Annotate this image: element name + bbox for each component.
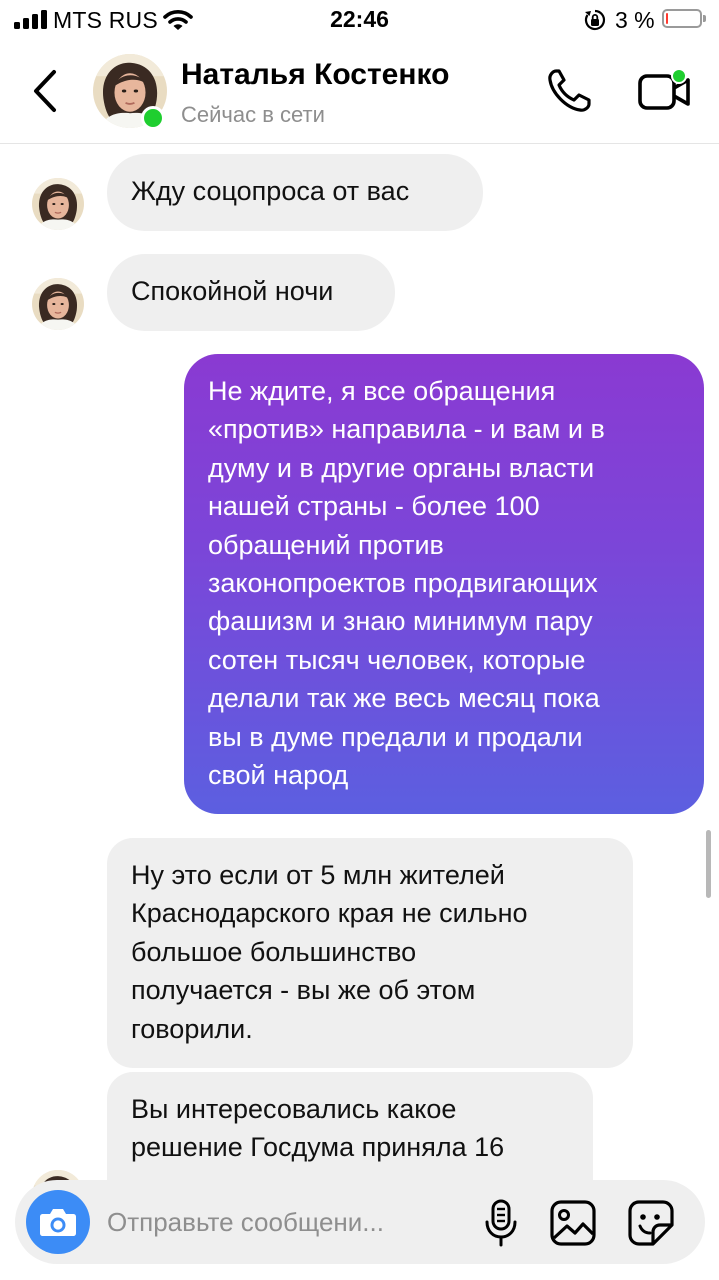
camera-icon xyxy=(40,1209,76,1236)
online-status-indicator xyxy=(141,106,165,130)
message-text-line: обращений против xyxy=(208,529,444,560)
video-activity-dot xyxy=(671,68,687,84)
contact-name[interactable]: Наталья Костенко xyxy=(181,58,449,92)
incoming-message-bubble[interactable]: Спокойной ночи xyxy=(107,254,395,331)
chat-header: Наталья Костенко Сейчас в сети xyxy=(0,40,719,144)
message-text-line: Краснодарского края не сильно xyxy=(131,898,528,929)
microphone-icon[interactable] xyxy=(483,1198,519,1248)
message-text-line: думу и в другие органы власти xyxy=(208,452,595,483)
message-text-line: Ну это если от 5 млн жителей xyxy=(131,860,505,890)
message-sender-avatar[interactable] xyxy=(32,278,84,330)
message-composer xyxy=(15,1180,705,1264)
message-text-line: получается - вы же об этом xyxy=(131,975,476,1006)
message-text-line: вы в думе предали и продали xyxy=(208,721,583,752)
back-chevron-icon[interactable] xyxy=(28,68,64,114)
status-time: 22:46 xyxy=(330,6,389,32)
incoming-message-bubble[interactable]: Жду соцопроса от вас xyxy=(107,154,483,231)
incoming-message-bubble[interactable]: Ну это если от 5 млн жителей Краснодарск… xyxy=(107,838,633,1068)
message-text-line: говорили. xyxy=(131,1013,253,1044)
sticker-icon[interactable] xyxy=(626,1198,676,1248)
message-text-line: решение Госдума приняла 16 xyxy=(131,1132,505,1163)
message-text-line: фашизм и знаю минимум пару xyxy=(208,606,593,637)
message-text-line: большое большинство xyxy=(131,936,417,967)
scroll-indicator[interactable] xyxy=(706,830,711,898)
message-text: Жду соцопроса от вас xyxy=(131,176,410,206)
message-text: Спокойной ночи xyxy=(131,276,334,306)
camera-button[interactable] xyxy=(26,1190,90,1254)
outgoing-message-bubble[interactable]: Не ждите, я все обращения «против» напра… xyxy=(184,354,704,814)
orientation-lock-icon xyxy=(584,9,606,31)
message-text-line: Вы интересовались какое xyxy=(131,1094,457,1124)
message-text-line: «против» направила - и вам и в xyxy=(208,414,605,445)
gallery-icon[interactable] xyxy=(548,1198,598,1248)
status-bar: MTS RUS 22:46 3 % xyxy=(0,0,719,40)
message-sender-avatar[interactable] xyxy=(32,178,84,230)
phone-icon[interactable] xyxy=(544,66,594,116)
contact-online-status: Сейчас в сети xyxy=(181,102,325,127)
message-text-line: делали так же весь месяц пока xyxy=(208,683,600,714)
chat-screen: MTS RUS 22:46 3 % Наталья Костенко Сейча… xyxy=(0,0,719,1280)
message-text-line: нашей страны - более 100 xyxy=(208,491,540,522)
message-text-line: сотен тысяч человек, которые xyxy=(208,644,586,675)
message-input[interactable] xyxy=(107,1180,467,1264)
message-text-line: законопроектов продвигающих xyxy=(208,568,598,599)
battery-icon xyxy=(662,9,706,28)
message-text-line: свой народ xyxy=(208,760,349,791)
battery-percentage: 3 % xyxy=(615,7,655,33)
battery-level-fill xyxy=(666,13,668,24)
message-text-line: Не ждите, я все обращения xyxy=(208,376,556,406)
